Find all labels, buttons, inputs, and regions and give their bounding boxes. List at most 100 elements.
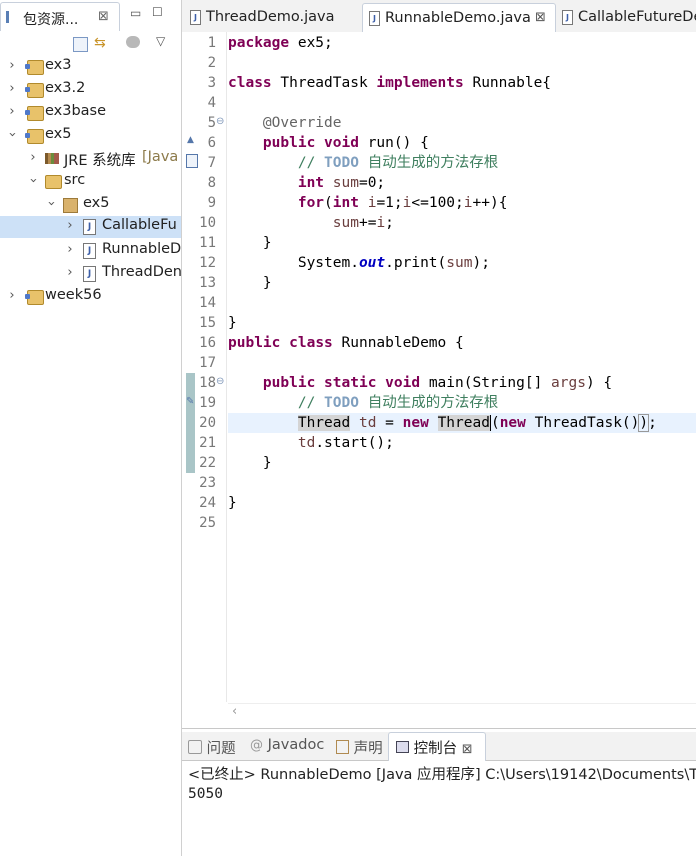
tree-item-package-ex5[interactable]: › ex5 <box>0 194 181 216</box>
fold-minus-icon[interactable]: ⊖ <box>216 376 224 387</box>
project-icon <box>25 83 44 98</box>
project-icon <box>25 106 44 121</box>
line-number: 19 <box>199 395 216 411</box>
chevron-down-icon[interactable]: › <box>5 129 20 141</box>
tree-item-ex3[interactable]: › ex3 <box>0 56 181 78</box>
tab-console[interactable]: 控制台 ⊠ <box>396 737 473 758</box>
line-number: 6 <box>207 135 216 151</box>
tab-declaration[interactable]: 声明 <box>336 737 383 758</box>
maximize-icon[interactable]: ☐ <box>152 5 163 19</box>
code-line-24: } <box>228 495 237 511</box>
java-file-icon: J <box>83 219 96 235</box>
tree-item-week56[interactable]: › week56 <box>0 286 181 308</box>
tab-label: Javadoc <box>267 737 325 753</box>
code-line-3: class ThreadTask implements Runnable{ <box>228 75 552 91</box>
line-number: 9 <box>207 195 216 211</box>
override-marker-icon: ▲ <box>187 135 194 145</box>
tab-problems[interactable]: 问题 <box>188 737 236 758</box>
code-line-5: @Override <box>262 115 342 131</box>
close-icon[interactable]: ⊠ <box>98 9 109 24</box>
collapse-all-icon[interactable] <box>73 37 88 52</box>
console-icon <box>396 741 409 753</box>
java-file-icon: J <box>190 10 201 25</box>
tree-item-ex3-2[interactable]: › ex3.2 <box>0 79 181 101</box>
declaration-icon <box>336 740 349 754</box>
line-number: 13 <box>199 275 216 291</box>
view-menu-icon[interactable]: ▽ <box>156 34 165 48</box>
line-number: 24 <box>199 495 216 511</box>
line-number: 25 <box>199 515 216 531</box>
tree-item-label: src <box>64 172 86 188</box>
line-number: 23 <box>199 475 216 491</box>
line-number: 16 <box>199 335 216 351</box>
tree-item-label: ThreadDen <box>102 264 182 280</box>
chevron-right-icon[interactable]: › <box>64 242 76 257</box>
chevron-right-icon[interactable]: › <box>6 104 18 119</box>
code-line-18: public static void main(String[] args) { <box>262 375 613 391</box>
chevron-down-icon[interactable]: › <box>26 175 41 187</box>
link-with-editor-icon[interactable]: ⇆ <box>94 35 106 51</box>
close-icon[interactable]: ⊠ <box>535 10 546 25</box>
line-number: 4 <box>207 95 216 111</box>
tree-item-label: ex3 <box>45 57 72 73</box>
tree-item-ex3base[interactable]: › ex3base <box>0 102 181 124</box>
tree-item-label: ex5 <box>83 195 110 211</box>
tab-label: RunnableDemo.java <box>385 10 531 26</box>
console-header: <已终止> RunnableDemo [Java 应用程序] C:\Users\… <box>188 767 696 783</box>
tree-item-label: ex3base <box>45 103 107 119</box>
close-icon[interactable]: ⊠ <box>462 742 473 757</box>
tab-callablefuturedemo[interactable]: J CallableFutureDe <box>556 3 696 31</box>
tab-label: ThreadDemo.java <box>206 9 335 25</box>
tab-runnabledemo[interactable]: J RunnableDemo.java ⊠ <box>362 3 556 32</box>
line-number: 14 <box>199 295 216 311</box>
code-line-6: public void run() { <box>262 135 429 151</box>
code-line-8: int sum=0; <box>297 175 386 191</box>
at-icon: @ <box>250 738 263 753</box>
tab-label: CallableFutureDe <box>578 9 696 25</box>
horizontal-scrollbar[interactable]: ‹ <box>228 703 696 722</box>
tree-item-label: ex3.2 <box>45 80 86 96</box>
code-line-10: sum+=i; <box>332 215 394 231</box>
chevron-right-icon[interactable]: › <box>6 288 18 303</box>
tab-javadoc[interactable]: @ Javadoc <box>250 737 324 753</box>
java-file-icon: J <box>83 243 96 259</box>
filter-icon[interactable] <box>126 36 140 48</box>
tree-item-runnabledemo[interactable]: › J RunnableD <box>0 240 181 262</box>
chevron-right-icon[interactable]: › <box>27 150 39 165</box>
chevron-down-icon[interactable]: › <box>44 198 59 210</box>
tree-item-decoration: [Java <box>142 149 179 165</box>
line-number: 11 <box>199 235 216 251</box>
line-number: 18 <box>199 375 216 391</box>
java-file-icon: J <box>83 266 96 282</box>
minimize-icon[interactable]: ▭ <box>130 6 141 20</box>
chevron-right-icon[interactable]: › <box>64 218 76 233</box>
code-line-19: // TODO 自动生成的方法存根 <box>297 395 499 411</box>
project-icon <box>25 60 44 75</box>
line-number: 15 <box>199 315 216 331</box>
code-line-12: System.out.print(sum); <box>297 255 490 271</box>
chevron-right-icon[interactable]: › <box>6 81 18 96</box>
library-icon <box>45 153 59 164</box>
scroll-left-icon[interactable]: ‹ <box>232 704 237 719</box>
chevron-right-icon[interactable]: › <box>64 265 76 280</box>
line-number: 5 <box>207 115 216 131</box>
tree-item-src[interactable]: › src <box>0 171 181 193</box>
tree-item-callablefuture[interactable]: › J CallableFu <box>0 216 181 238</box>
fold-minus-icon[interactable]: ⊖ <box>216 116 224 127</box>
code-line-15: } <box>228 315 237 331</box>
tree-item-label: RunnableD <box>102 241 182 257</box>
package-explorer-tab[interactable]: 包资源... ⊠ <box>0 2 120 31</box>
change-marker <box>186 373 195 473</box>
tree-item-threaddemo[interactable]: › J ThreadDen <box>0 263 182 285</box>
line-number: 2 <box>207 55 216 71</box>
tab-threaddemo[interactable]: J ThreadDemo.java <box>184 3 360 31</box>
project-icon <box>25 290 44 305</box>
line-number: 10 <box>199 215 216 231</box>
tree-item-jre-library[interactable]: › JRE 系统库 [Java <box>0 148 181 170</box>
tree-item-label: JRE 系统库 <box>64 153 136 169</box>
code-line-16: public class RunnableDemo { <box>228 335 464 351</box>
chevron-right-icon[interactable]: › <box>6 58 18 73</box>
code-line-1: package ex5; <box>228 35 333 51</box>
console-output: 5050 <box>188 786 223 802</box>
tree-item-ex5[interactable]: › ex5 <box>0 125 181 147</box>
